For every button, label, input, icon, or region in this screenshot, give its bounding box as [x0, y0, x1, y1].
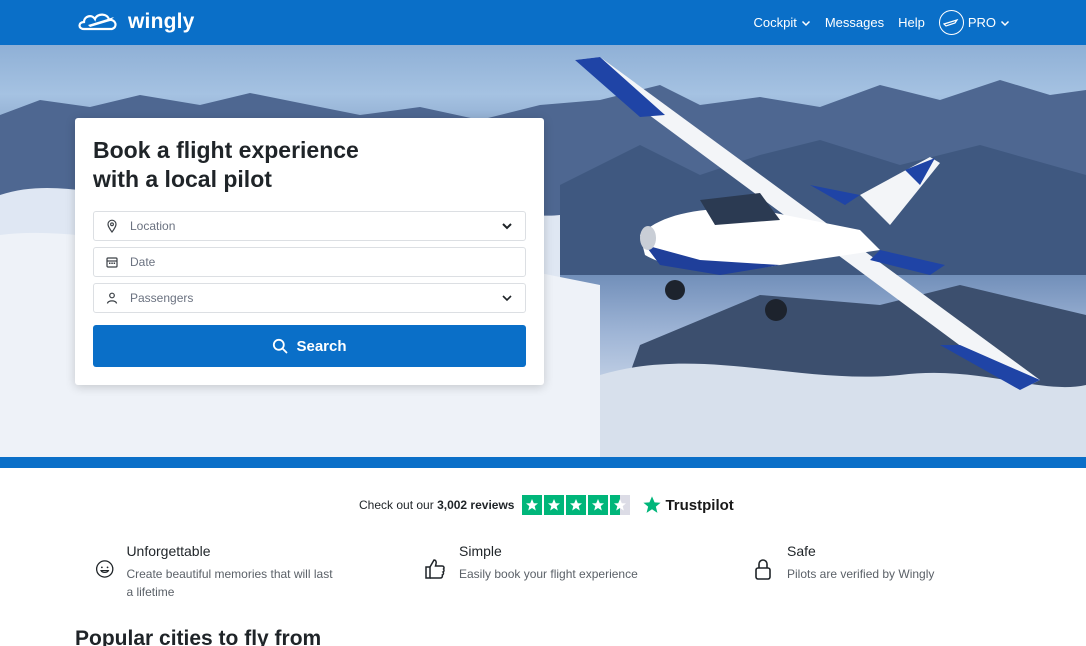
star-icon: [566, 495, 587, 515]
feature-title: Simple: [459, 543, 502, 559]
trustpilot-review-count: 3,002 reviews: [437, 498, 515, 512]
trustpilot-stars: [522, 495, 631, 515]
feature-simple: Simple Easily book your flight experienc…: [423, 543, 663, 583]
nav-messages[interactable]: Messages: [825, 15, 884, 30]
star-icon: [588, 495, 609, 515]
trustpilot-text: Check out our 3,002 reviews: [359, 498, 514, 512]
nav-help[interactable]: Help: [898, 15, 925, 30]
top-navbar: wingly Cockpit Messages Help PRO: [0, 0, 1086, 45]
smiley-icon: [95, 560, 114, 578]
feature-text-block: Unforgettable Create beautiful memories …: [126, 543, 335, 601]
popular-cities-heading: Popular cities to fly from: [75, 627, 322, 646]
trustpilot-star-icon: [643, 496, 662, 513]
date-placeholder: Date: [130, 255, 156, 269]
search-icon: [273, 338, 288, 354]
feature-text-block: Safe Pilots are verified by Wingly: [787, 543, 934, 583]
search-button-label: Search: [296, 337, 347, 355]
feature-description: Easily book your flight experience: [459, 567, 638, 581]
location-placeholder: Location: [130, 219, 176, 233]
wingly-cloud-plane-icon: [78, 13, 117, 31]
search-button[interactable]: Search: [93, 325, 526, 367]
wingly-logo[interactable]: wingly: [76, 9, 195, 35]
trustpilot-rating[interactable]: Check out our 3,002 reviews Trustpilot: [359, 494, 734, 516]
date-picker[interactable]: Date: [93, 247, 526, 277]
person-icon: [106, 292, 118, 304]
star-icon: [522, 495, 543, 515]
booking-card: Book a flight experience with a local pi…: [75, 118, 544, 385]
avatar: [938, 10, 964, 35]
nav-cockpit[interactable]: Cockpit: [753, 15, 810, 30]
booking-title-line2: with a local pilot: [93, 166, 272, 192]
feature-unforgettable: Unforgettable Create beautiful memories …: [95, 543, 335, 601]
trustpilot-prefix: Check out our: [359, 498, 434, 512]
booking-title: Book a flight experience with a local pi…: [93, 136, 393, 194]
star-icon: [544, 495, 565, 515]
thumbs-up-icon: [425, 559, 445, 579]
location-select[interactable]: Location: [93, 211, 526, 241]
trustpilot-brand-name: Trustpilot: [665, 496, 734, 514]
chevron-down-icon: [1000, 20, 1010, 26]
lock-icon: [755, 559, 771, 580]
feature-safe: Safe Pilots are verified by Wingly: [751, 543, 991, 583]
nav-messages-label: Messages: [824, 15, 885, 30]
chevron-down-icon: [502, 223, 512, 230]
chevron-down-icon: [801, 20, 810, 26]
nav-cockpit-label: Cockpit: [753, 15, 797, 30]
chevron-down-icon: [502, 295, 512, 302]
nav-pro-menu[interactable]: PRO: [938, 10, 1010, 35]
hero-bottom-accent-bar: [0, 457, 1086, 468]
feature-text-block: Simple Easily book your flight experienc…: [459, 543, 638, 583]
feature-description: Pilots are verified by Wingly: [787, 567, 935, 581]
plane-icon: [943, 18, 959, 27]
feature-title: Safe: [787, 543, 816, 559]
passengers-select[interactable]: Passengers: [93, 283, 526, 313]
calendar-icon: [106, 257, 118, 268]
nav-pro-label: PRO: [967, 15, 996, 30]
passengers-placeholder: Passengers: [130, 291, 194, 305]
nav-help-label: Help: [898, 15, 925, 30]
feature-description: Create beautiful memories that will last…: [126, 567, 333, 599]
booking-title-line1: Book a flight experience: [93, 137, 359, 163]
feature-title: Unforgettable: [126, 543, 211, 559]
main-nav: Cockpit Messages Help PRO: [753, 0, 1010, 45]
half-star-icon: [610, 495, 631, 515]
trustpilot-logo: Trustpilot: [642, 495, 734, 515]
location-pin-icon: [107, 219, 117, 233]
brand-name: wingly: [128, 10, 195, 33]
